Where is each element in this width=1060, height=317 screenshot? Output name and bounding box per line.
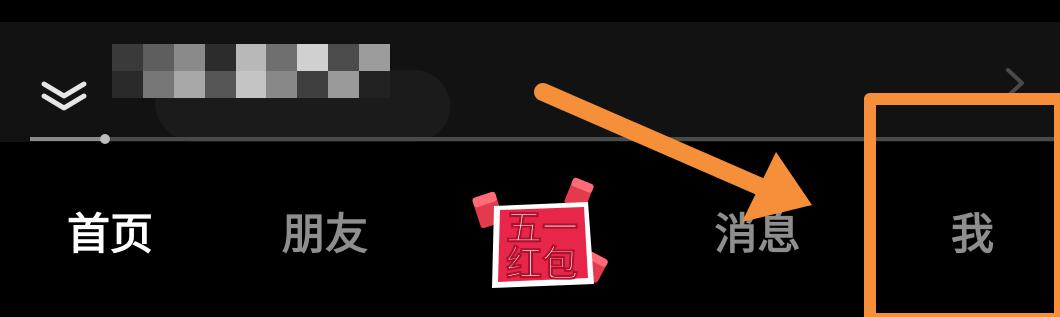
promo-line-2: 红包 bbox=[506, 244, 578, 285]
highlight-box bbox=[864, 93, 1060, 317]
tab-messages[interactable]: 消息 bbox=[700, 200, 815, 270]
blurred-title bbox=[112, 44, 390, 98]
progress-thumb[interactable] bbox=[100, 134, 110, 144]
tab-red-packet-promo[interactable]: 五一 红包 bbox=[470, 176, 610, 296]
tab-home[interactable]: 首页 bbox=[55, 200, 165, 270]
screen: 首页 朋友 五一 红包 消息 我 bbox=[0, 0, 1060, 317]
tab-friends[interactable]: 朋友 bbox=[270, 200, 380, 270]
promo-line-1: 五一 bbox=[506, 208, 578, 249]
chevron-double-down-icon[interactable] bbox=[40, 78, 92, 112]
progress-fill bbox=[30, 137, 102, 141]
